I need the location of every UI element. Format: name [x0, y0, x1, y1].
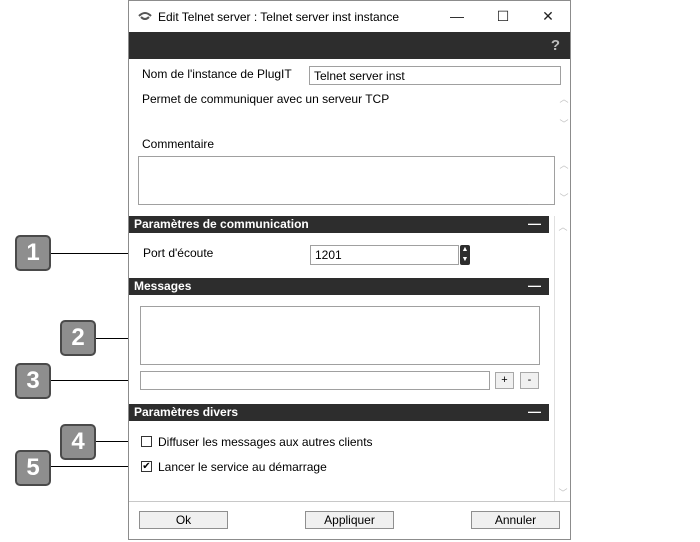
callout-5-leader — [51, 466, 140, 467]
autostart-label[interactable]: Lancer le service au démarrage — [158, 460, 327, 474]
broadcast-label[interactable]: Diffuser les messages aux autres clients — [158, 435, 373, 449]
new-message-input[interactable] — [140, 371, 490, 390]
comment-scrollbar[interactable]: ︿ ﹀ — [557, 158, 571, 204]
help-icon[interactable]: ? — [551, 37, 560, 54]
scroll-up-icon[interactable]: ︿ — [557, 158, 571, 171]
callout-5: 5 — [15, 450, 51, 486]
spin-up-icon[interactable]: ▲ — [460, 245, 470, 255]
comment-label: Commentaire — [142, 137, 215, 151]
messages-section-title: Messages — [134, 279, 192, 293]
description-scrollbar[interactable]: ︿ ﹀ — [557, 92, 571, 130]
footer-divider — [129, 501, 570, 502]
misc-section-header[interactable]: Paramètres divers — — [129, 404, 549, 421]
collapse-icon[interactable]: — — [528, 277, 541, 294]
close-button[interactable]: ✕ — [525, 1, 571, 32]
collapse-icon[interactable]: — — [528, 215, 541, 232]
callout-1: 1 — [15, 235, 51, 271]
instance-name-label: Nom de l'instance de PlugIT — [142, 67, 292, 81]
minimize-button[interactable]: — — [434, 1, 480, 32]
plugit-app-icon — [138, 12, 152, 20]
port-input[interactable] — [310, 245, 459, 265]
checkmark-icon: ✔ — [142, 461, 151, 472]
instance-name-input[interactable] — [309, 66, 561, 85]
plugit-description: Permet de communiquer avec un serveur TC… — [142, 92, 390, 106]
settings-scrollbar[interactable]: ︿ ﹀ — [554, 216, 572, 501]
callout-3-leader — [51, 380, 140, 381]
communication-section-title: Paramètres de communication — [134, 217, 309, 231]
collapse-icon[interactable]: — — [528, 403, 541, 420]
apply-button[interactable]: Appliquer — [305, 511, 394, 529]
broadcast-checkbox[interactable] — [141, 436, 152, 447]
dialog-toolbar: ? — [129, 32, 570, 59]
scroll-up-icon[interactable]: ︿ — [556, 220, 570, 233]
scroll-down-icon[interactable]: ﹀ — [556, 486, 570, 499]
add-message-button[interactable]: + — [495, 372, 514, 389]
callout-4: 4 — [60, 424, 96, 460]
port-spinner[interactable]: ▲ ▼ — [460, 245, 470, 265]
callout-2: 2 — [60, 320, 96, 356]
callout-3: 3 — [15, 363, 51, 399]
scroll-up-icon[interactable]: ︿ — [557, 92, 571, 105]
maximize-button[interactable]: ☐ — [480, 1, 526, 32]
title-bar[interactable]: Edit Telnet server : Telnet server inst … — [129, 1, 570, 32]
spin-down-icon[interactable]: ▼ — [460, 255, 470, 265]
remove-message-button[interactable]: - — [520, 372, 539, 389]
misc-section-title: Paramètres divers — [134, 405, 239, 419]
messages-section-header[interactable]: Messages — — [129, 278, 549, 295]
window-title: Edit Telnet server : Telnet server inst … — [158, 10, 400, 24]
port-label: Port d'écoute — [143, 246, 214, 260]
communication-section-header[interactable]: Paramètres de communication — — [129, 216, 549, 233]
comment-textarea[interactable] — [138, 156, 555, 205]
cancel-button[interactable]: Annuler — [471, 511, 560, 529]
scroll-down-icon[interactable]: ﹀ — [557, 117, 571, 130]
messages-list[interactable] — [140, 306, 540, 365]
scroll-down-icon[interactable]: ﹀ — [557, 191, 571, 204]
ok-button[interactable]: Ok — [139, 511, 228, 529]
autostart-checkbox[interactable]: ✔ — [141, 461, 152, 472]
